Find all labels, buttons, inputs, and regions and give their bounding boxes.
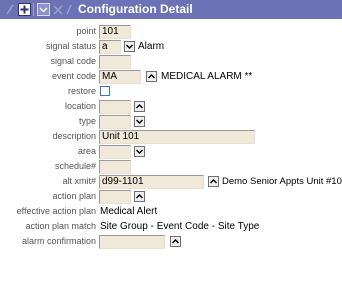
point-field[interactable]: 101 — [99, 25, 131, 39]
alt-xmit-description: Demo Senior Appts Unit #101 — [222, 176, 342, 187]
action-plan-match-label: action plan match — [25, 221, 96, 231]
action-plan-label: action plan — [52, 191, 96, 201]
alt-xmit-field[interactable]: d99-1101 — [99, 175, 204, 189]
description-label: description — [52, 131, 96, 141]
alarm-confirmation-field[interactable] — [99, 235, 165, 249]
area-row: area — [0, 144, 342, 160]
toolbar-separator — [33, 3, 34, 16]
signal-code-label: signal code — [50, 56, 96, 66]
area-label: area — [77, 146, 96, 156]
action-plan-row: action plan — [0, 189, 342, 205]
slash-icon[interactable] — [64, 3, 74, 16]
point-label: point — [76, 26, 96, 36]
signal-status-dropdown-button[interactable] — [124, 41, 135, 52]
schedule-field[interactable] — [99, 160, 131, 174]
description-field[interactable]: Unit 101 — [99, 130, 255, 144]
point-row: point 101 — [0, 24, 342, 40]
alt-xmit-lookup-button[interactable] — [208, 176, 219, 187]
signal-status-field[interactable]: a — [99, 40, 121, 54]
event-code-label: event code — [51, 71, 96, 81]
toggle-icon[interactable] — [36, 3, 50, 16]
event-code-description: MEDICAL ALARM ** — [161, 71, 253, 82]
alarm-confirmation-row: alarm confirmation — [0, 234, 342, 250]
event-code-lookup-button[interactable] — [146, 71, 157, 82]
schedule-label: schedule# — [54, 161, 96, 171]
action-plan-field[interactable] — [99, 190, 131, 204]
close-icon[interactable] — [52, 3, 64, 16]
effective-action-plan-row: effective action plan Medical Alert — [0, 204, 342, 220]
action-plan-match-row: action plan match Site Group - Event Cod… — [0, 219, 342, 235]
location-label: location — [64, 101, 96, 111]
alarm-confirmation-label: alarm confirmation — [21, 236, 96, 246]
alarm-confirmation-lookup-button[interactable] — [170, 236, 181, 247]
signal-code-row: signal code — [0, 54, 342, 70]
add-icon[interactable] — [17, 3, 31, 16]
slash-icon[interactable] — [4, 3, 16, 16]
event-code-field[interactable]: MA — [99, 70, 141, 84]
action-plan-match-value: Site Group - Event Code - Site Type — [100, 221, 260, 232]
type-row: type — [0, 114, 342, 130]
area-field[interactable] — [99, 145, 131, 159]
action-plan-lookup-button[interactable] — [134, 191, 145, 202]
alt-xmit-label: alt xmit# — [62, 176, 96, 186]
configuration-detail-window: Configuration Detail point 101 signal st… — [0, 0, 342, 282]
signal-status-description: Alarm — [138, 41, 165, 52]
window-title: Configuration Detail — [78, 2, 193, 16]
title-bar: Configuration Detail — [0, 0, 342, 19]
schedule-row: schedule# — [0, 159, 342, 175]
description-row: description Unit 101 — [0, 129, 342, 145]
signal-status-row: signal status a Alarm — [0, 39, 342, 55]
signal-status-label: signal status — [45, 41, 96, 51]
restore-checkbox[interactable] — [100, 86, 110, 96]
signal-code-field[interactable] — [99, 55, 131, 69]
restore-row: restore — [0, 84, 342, 100]
restore-label: restore — [67, 86, 96, 96]
area-dropdown-button[interactable] — [134, 146, 145, 157]
location-lookup-button[interactable] — [134, 101, 145, 112]
effective-action-plan-value: Medical Alert — [100, 206, 158, 217]
alt-xmit-row: alt xmit# d99-1101 Demo Senior Appts Uni… — [0, 174, 342, 190]
type-label: type — [78, 116, 96, 126]
event-code-row: event code MA MEDICAL ALARM ** — [0, 69, 342, 85]
effective-action-plan-label: effective action plan — [16, 206, 96, 216]
type-dropdown-button[interactable] — [134, 116, 145, 127]
location-row: location — [0, 99, 342, 115]
type-field[interactable] — [99, 115, 131, 129]
location-field[interactable] — [99, 100, 131, 114]
